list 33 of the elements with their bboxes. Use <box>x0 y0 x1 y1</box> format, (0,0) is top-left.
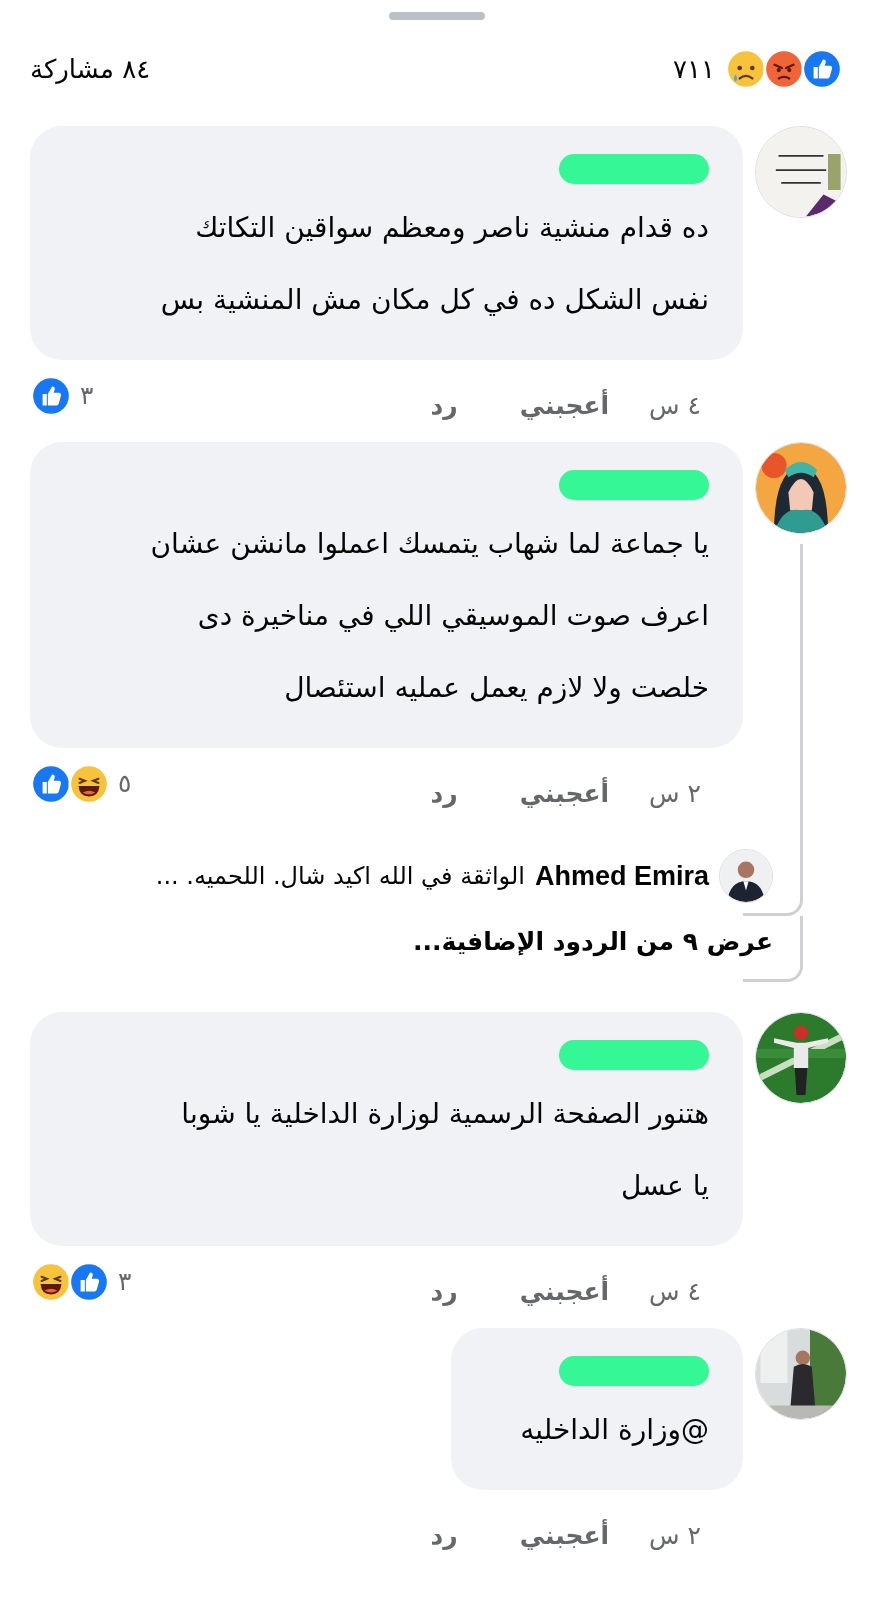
like-link[interactable]: أعجبني <box>519 1273 610 1311</box>
reply-author[interactable]: Ahmed Emira <box>534 855 709 897</box>
like-reaction-icon <box>30 763 72 805</box>
laughing-reaction-icon <box>30 1261 72 1303</box>
reply-link[interactable]: رد <box>430 775 458 813</box>
drag-handle[interactable] <box>388 12 485 20</box>
reaction-count: ٥ <box>118 768 132 801</box>
comment-text: يا جماعة لما شهاب يتمسك اعملوا مانشن عشان اعرف صوت الموسيقي اللي في مناخيرة دى خلصت ولا لازم يعمل عمليه استئصال <box>149 526 709 706</box>
sad-reaction-icon <box>725 48 767 90</box>
angry-reaction-icon <box>763 48 805 90</box>
like-link[interactable]: أعجبني <box>519 387 610 425</box>
comment-time: ٤ س <box>649 390 701 423</box>
comment-time: ٢ س <box>649 1520 701 1553</box>
view-more-replies-link[interactable]: عرض ٩ من الردود الإضافية... <box>413 923 773 961</box>
comment-text: ده قدام منشية ناصر ومعظم سواقين التكاتك نفس الشكل ده في كل مكان مش المنشية بس <box>159 210 709 318</box>
like-link[interactable]: أعجبني <box>519 775 610 813</box>
comment-time: ٤ س <box>649 1276 701 1309</box>
reply-link[interactable]: رد <box>430 1273 458 1311</box>
comment-text: @وزارة الداخليه <box>519 1412 709 1448</box>
like-reaction-icon <box>30 375 72 417</box>
laughing-reaction-icon <box>68 763 110 805</box>
reply-text: الواثقة في الله اكيد شال. اللحميه. ... <box>155 861 525 892</box>
reaction-count: ٣ <box>118 1266 132 1299</box>
share-count[interactable]: ٨٤ مشاركة <box>30 49 151 89</box>
like-reaction-icon <box>801 48 843 90</box>
comment-time: ٢ س <box>649 778 701 811</box>
like-reaction-icon <box>68 1261 110 1303</box>
reaction-count[interactable]: ٧١١ <box>673 49 715 89</box>
reaction-count: ٣ <box>80 380 94 413</box>
comment-text: هتنور الصفحة الرسمية لوزارة الداخلية يا شوبا يا عسل <box>180 1096 709 1204</box>
reply-link[interactable]: رد <box>430 1517 458 1555</box>
like-link[interactable]: أعجبني <box>519 1517 610 1555</box>
reply-link[interactable]: رد <box>430 387 458 425</box>
